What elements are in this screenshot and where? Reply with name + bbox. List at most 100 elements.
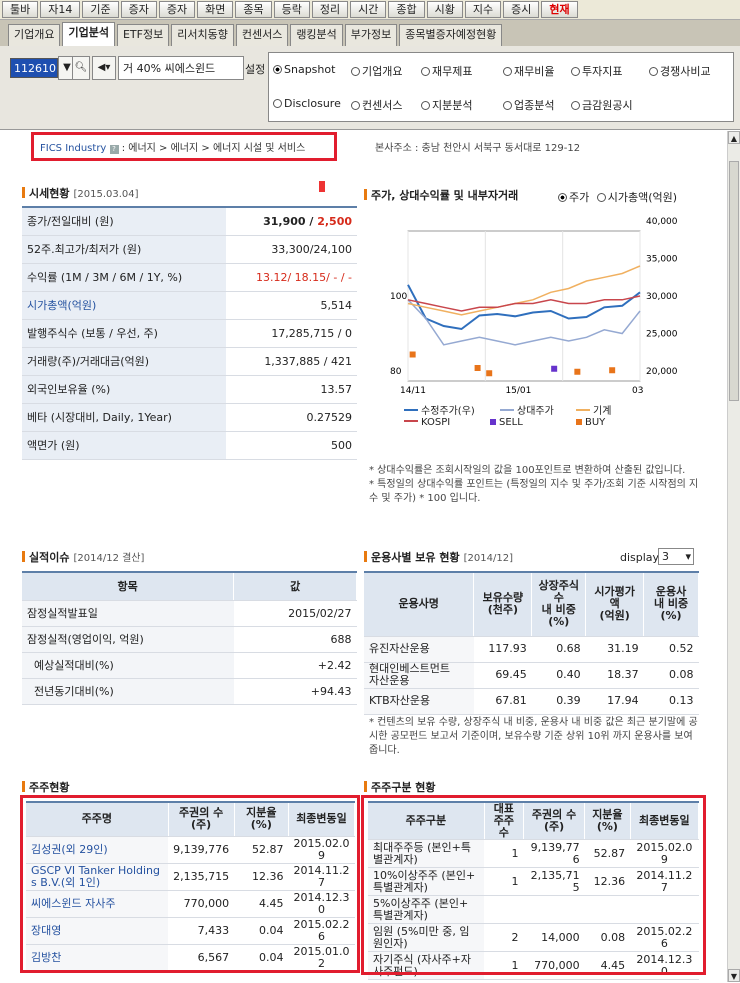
x-tick-label: 14/11 [400,386,426,396]
toolbar-button[interactable]: 종목 [235,1,272,18]
perf-header: 값 [233,572,357,601]
radio-marketcap[interactable]: 시가총액(억원) [596,191,677,204]
stock-code-input[interactable]: 112610 [10,58,58,78]
scroll-up-icon[interactable]: ▲ [728,131,740,144]
toolbar-button[interactable]: 화면 [197,1,234,18]
perf-section-title: 실적이슈 [2014/12 결산] [22,549,144,565]
radio-report-10[interactable]: 금감원공시 [571,97,633,113]
settings-label[interactable]: 설정 [245,61,265,77]
tab-1[interactable]: 기업분석 [62,22,115,46]
radio-report-6[interactable]: Disclosure [273,97,341,110]
market-value: 1,337,885 / 421 [226,347,357,376]
table-row: 베타 (시장대비, Daily, 1Year) 0.27529 [22,403,357,432]
legend-swatch [404,420,418,422]
radio-report-0[interactable]: Snapshot [273,63,335,76]
fund-cell: 0.39 [531,688,586,715]
chevron-down-icon: ▾ [685,550,691,563]
address-value: 충남 천안시 서북구 동서대로 129-12 [421,143,581,154]
legend-item: BUY [576,417,605,428]
fund-header: 운용사명 [364,572,475,637]
market-date: [2015.03.04] [73,189,139,200]
display-select[interactable]: 3 ▾ [658,548,694,565]
display-value: 3 [662,550,669,563]
toolbar-button[interactable]: 시황 [426,1,463,18]
market-value: 17,285,715 / 0 [226,319,357,348]
scroll-down-icon[interactable]: ▼ [728,969,740,982]
toolbar-button[interactable]: 툴바 [2,1,39,18]
tab-2[interactable]: ETF정보 [116,24,170,46]
radio-price[interactable]: 주가 [558,191,589,204]
right-tick-label: 20,000 [646,367,678,377]
toolbar-button[interactable]: 시간 [350,1,387,18]
marker-BUY [474,365,481,371]
company-name-field[interactable]: 거 40% 씨에스윈드 [118,56,244,80]
table-row: 액면가 (원) 500 [22,431,357,460]
perf-value: 688 [233,626,357,653]
table-row: 잠정실적발표일 2015/02/27 [22,600,357,627]
section-bar-icon [364,189,367,200]
radio-report-2[interactable]: 재무제표 [421,63,472,79]
right-tick-label: 30,000 [646,292,678,302]
legend-swatch [490,419,496,425]
left-tick-label: 100 [390,292,407,302]
tab-4[interactable]: 컨센서스 [235,24,289,46]
tab-3[interactable]: 리서치동향 [171,24,234,46]
table-row: 시가총액(억원) 5,514 [22,291,357,320]
market-key: 52주.최고가/최저가 (원) [22,235,227,264]
search-icon[interactable]: 🔍︎ [72,56,90,80]
radio-report-8[interactable]: 지분분석 [421,97,472,113]
market-key: 거래량(주)/거래대금(억원) [22,347,227,376]
table-row: KTB자산운용 67.81 0.39 17.94 0.13 [364,688,699,715]
x-tick-label: 15/01 [505,386,531,396]
toolbar-button[interactable]: 종합 [388,1,425,18]
radio-report-3[interactable]: 재무비율 [503,63,554,79]
tab-6[interactable]: 부가정보 [344,24,398,46]
scroll-thumb[interactable] [729,161,739,401]
toolbar-button[interactable]: 지수 [464,1,502,18]
tab-0[interactable]: 기업개요 [8,24,61,46]
tab-5[interactable]: 랭킹분석 [290,24,343,46]
vertical-scrollbar[interactable]: ▲ ▼ [727,131,740,982]
fund-cell: 현대인베스트먼트 자산운용 [364,662,474,689]
chart-notes: * 상대수익률은 조회시작일의 값을 100포인트로 변환하여 산출된 값입니다… [369,464,699,506]
perf-value: 2015/02/27 [233,600,357,627]
right-tick-label: 35,000 [646,255,678,265]
holders-section-title: 주주현황 [22,779,69,795]
fund-section-title: 운용사별 보유 현황 [2014/12] [364,549,513,565]
fund-cell: 0.68 [531,636,586,663]
toolbar-button[interactable]: 증자 [120,1,157,18]
fund-cell: 유진자산운용 [364,636,474,663]
table-row: 52주.최고가/최저가 (원) 33,300/24,100 [22,235,357,264]
toolbar-button[interactable]: 증자 [158,1,196,18]
tab-7[interactable]: 종목별증자예정현황 [399,24,503,46]
address-label: 본사주소 : [375,143,419,154]
radio-report-5[interactable]: 경쟁사비교 [649,63,711,79]
toolbar-button[interactable]: 정리 [311,1,349,18]
toolbar-button[interactable]: 현재 [541,1,578,18]
fund-table: 운용사명 보유수량 (천주) 상장주식수 내 비중 (%) 시가평가액 (억원) 운용사 내 비중… [364,571,699,715]
speaker-icon[interactable]: ◀▾ [92,56,116,80]
market-value: 13.12/ 18.15/ - / - [226,263,357,292]
market-section-title: 시세현황 [2015.03.04] [22,185,139,201]
highlight-holders [20,795,360,973]
legend-item: KOSPI [404,417,450,428]
highlight-groups [361,795,706,975]
perf-value: +2.42 [233,652,357,679]
top-toolbar: 툴바 자14 기준 증자 증자 화면 종목 등락 정리 시간 종합 시황 지수 증시 현재 [0,0,740,20]
plot-area [407,230,641,382]
table-row: 발행주식수 (보통 / 우선, 주) 17,285,715 / 0 [22,319,357,348]
right-tick-label: 40,000 [646,217,678,227]
radio-report-1[interactable]: 기업개요 [351,63,402,79]
radio-report-7[interactable]: 컨센서스 [351,97,402,113]
radio-report-9[interactable]: 업종분석 [503,97,554,113]
fund-note: * 컨텐츠의 보유 수량, 상장주식 내 비중, 운용사 내 비중 값은 최근 … [369,717,698,756]
market-key: 시가총액(억원) [22,291,227,320]
radio-report-4[interactable]: 투자지표 [571,63,622,79]
control-bar: 112610 ▼ 🔍︎ ◀▾ 거 40% 씨에스윈드 설정 Snapshot 기업… [0,46,740,130]
chart-legend: 수정주가(우) 상대주가 기계 KOSPI SELL BUY [404,402,684,432]
toolbar-button[interactable]: 자14 [40,1,81,18]
toolbar-button[interactable]: 증시 [503,1,540,18]
toolbar-button[interactable]: 기준 [82,1,119,18]
toolbar-button[interactable]: 등락 [273,1,310,18]
display-label: display [620,551,660,564]
